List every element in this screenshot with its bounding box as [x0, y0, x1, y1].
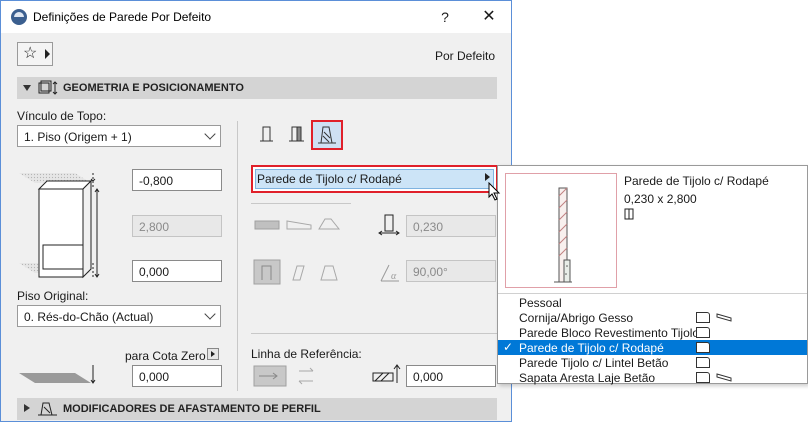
- profile-list-item-label: Sapata Aresta Laje Betão: [519, 371, 656, 385]
- wall-outside-face-icon: [254, 220, 280, 230]
- straight-wall-button[interactable]: [253, 121, 281, 147]
- wall-angle-icon: α: [380, 264, 399, 282]
- profile-list-item-label: Pessoal: [519, 296, 562, 310]
- wall-default-settings-dialog: Definições de Parede Por Defeito ? ✕ ☆ P…: [0, 0, 512, 422]
- angle-field: 90,00°: [406, 260, 496, 282]
- home-story-value: 0. Rés-do-Chão (Actual): [24, 310, 154, 324]
- home-story-label: Piso Original:: [17, 289, 89, 303]
- angle-value: 90,00°: [413, 265, 448, 279]
- separator: [251, 333, 497, 334]
- zero-ref-menu-button[interactable]: [207, 348, 219, 360]
- wall-profile-icon: [696, 342, 710, 353]
- profile-list-item[interactable]: Sapata Aresta Laje Betão: [498, 370, 807, 385]
- beam-profile-icon: [716, 373, 732, 382]
- wall-profile-icon: [696, 327, 710, 338]
- help-button[interactable]: ?: [435, 7, 455, 27]
- arrow-right-icon: [485, 173, 490, 181]
- profile-preview: [505, 173, 617, 288]
- reference-line-offset-field[interactable]: 0,000: [406, 365, 496, 387]
- straight-wall-icon: [260, 126, 273, 142]
- wall-double-slanted-icon: [320, 265, 338, 281]
- thickness-field: 0,230: [406, 215, 496, 237]
- zero-ref-value: 0,000: [139, 370, 170, 384]
- offset-modifiers-section-title: MODIFICADORES DE AFASTAMENTO DE PERFIL: [63, 403, 321, 415]
- svg-text:α: α: [391, 271, 397, 282]
- thickness-value: 0,230: [413, 220, 444, 234]
- mouse-cursor-icon: [488, 182, 501, 201]
- geometry-section-title: GEOMETRIA E POSICIONAMENTO: [63, 82, 244, 94]
- geometry-section-icon: [38, 80, 58, 95]
- preview-dimensions: 0,230 x 2,800: [624, 192, 697, 206]
- wall-center-icon: [286, 220, 312, 230]
- profile-list: Pessoal Cornija/Abrigo Gesso Parede Bloco …: [498, 295, 807, 385]
- bottom-offset-field[interactable]: 0,000: [132, 260, 222, 282]
- top-offset-value: -0,800: [139, 174, 174, 188]
- profile-wall-button[interactable]: [311, 120, 343, 150]
- profile-list-item[interactable]: Pessoal: [498, 295, 807, 310]
- preview-title: Parede de Tijolo c/ Rodapé: [624, 174, 769, 188]
- composite-structure-icon: [624, 208, 634, 220]
- title-bar: Definições de Parede Por Defeito ? ✕: [1, 1, 511, 33]
- top-link-dropdown[interactable]: 1. Piso (Origem + 1): [17, 125, 221, 147]
- wall-thickness-icon: [378, 214, 400, 236]
- collapse-triangle-icon: [23, 85, 31, 91]
- height-value: 2,800: [139, 220, 170, 234]
- beam-profile-icon: [716, 313, 732, 322]
- favorites-button[interactable]: ☆: [17, 42, 53, 66]
- height-field: 2,800: [132, 215, 222, 237]
- reference-line-label: Linha de Referência:: [251, 347, 362, 361]
- chevron-down-icon: [204, 128, 216, 140]
- offset-modifiers-section-header[interactable]: MODIFICADORES DE AFASTAMENTO DE PERFIL: [17, 398, 497, 420]
- profile-list-item-label: Cornija/Abrigo Gesso: [519, 311, 634, 325]
- profile-preview-drawing: [554, 187, 572, 283]
- arrow-right-icon: [45, 49, 50, 59]
- window-title: Definições de Parede Por Defeito: [33, 10, 212, 24]
- separator: [498, 293, 807, 294]
- wall-profile-icon: [696, 312, 710, 323]
- chevron-down-icon: [204, 308, 216, 320]
- archicad-app-icon: [11, 9, 27, 25]
- checkmark-icon: ✓: [503, 340, 514, 354]
- expand-triangle-icon: [24, 404, 30, 412]
- trapezoid-wall-button[interactable]: [283, 121, 311, 147]
- wall-slanted-icon: [292, 265, 305, 281]
- profile-list-item[interactable]: Cornija/Abrigo Gesso: [498, 310, 807, 325]
- top-offset-field[interactable]: -0,800: [132, 169, 222, 191]
- profile-popup-menu: Parede de Tijolo c/ Rodapé 0,230 x 2,800…: [497, 165, 808, 385]
- separator: [251, 203, 351, 204]
- wall-height-diagram: [19, 173, 100, 279]
- profile-selected-value: Parede de Tijolo c/ Rodapé: [257, 172, 402, 186]
- reference-line-offset-value: 0,000: [413, 370, 444, 384]
- zero-ref-label: para Cota Zero: [125, 349, 206, 363]
- profile-list-item[interactable]: Parede Bloco Revestimento Tijolo: [498, 325, 807, 340]
- geometry-section-header[interactable]: GEOMETRIA E POSICIONAMENTO: [17, 77, 497, 99]
- wall-profile-icon: [696, 357, 710, 368]
- bottom-offset-value: 0,000: [139, 265, 170, 279]
- mode-label: Por Defeito: [434, 49, 495, 63]
- wall-inside-face-icon: [318, 218, 341, 230]
- star-icon: ☆: [23, 45, 38, 62]
- home-story-dropdown[interactable]: 0. Rés-do-Chão (Actual): [17, 305, 221, 327]
- profile-list-item[interactable]: ✓ Parede de Tijolo c/ Rodapé: [498, 340, 807, 355]
- trapezoid-wall-icon: [289, 126, 304, 142]
- reference-line-side-icon: [253, 365, 287, 387]
- top-link-label: Vínculo de Topo:: [17, 109, 107, 123]
- profile-list-item-label: Parede de Tijolo c/ Rodapé: [519, 341, 664, 355]
- close-button[interactable]: ✕: [479, 7, 499, 27]
- profile-wall-icon: [318, 126, 336, 144]
- zero-ref-field[interactable]: 0,000: [132, 365, 222, 387]
- column-divider: [237, 121, 238, 391]
- profile-list-item-label: Parede Bloco Revestimento Tijolo: [519, 326, 700, 340]
- top-link-value: 1. Piso (Origem + 1): [24, 130, 132, 144]
- reference-line-offset-icon: [372, 364, 401, 383]
- zero-level-diagram-icon: [19, 365, 96, 384]
- reference-line-flip-icon: [298, 367, 314, 385]
- wall-profile-icon: [696, 372, 710, 383]
- wall-vertical-icon: [253, 259, 281, 285]
- profile-list-item[interactable]: Parede Tijolo c/ Lintel Betão: [498, 355, 807, 370]
- offset-modifiers-section-icon: [38, 402, 57, 416]
- profile-selector-button[interactable]: Parede de Tijolo c/ Rodapé: [251, 165, 498, 193]
- profile-list-item-label: Parede Tijolo c/ Lintel Betão: [519, 356, 669, 370]
